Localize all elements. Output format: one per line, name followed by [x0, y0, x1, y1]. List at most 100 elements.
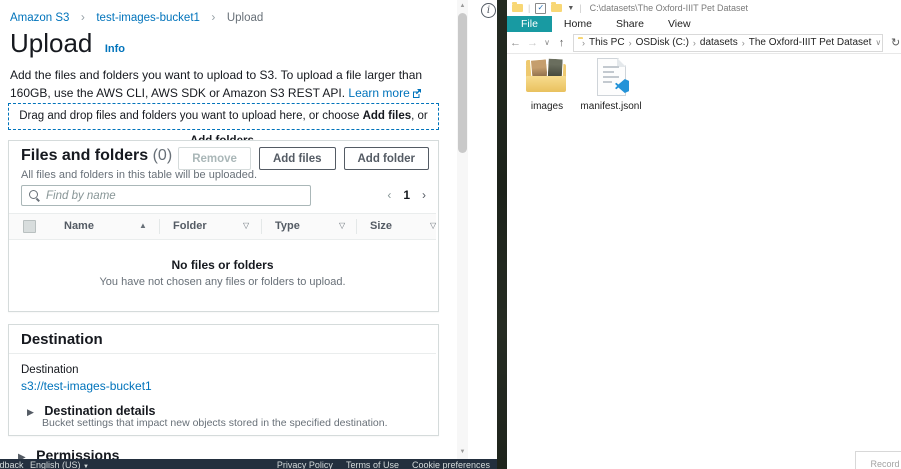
desktop-background-strip [497, 0, 507, 469]
privacy-policy-link[interactable]: Privacy Policy [277, 460, 333, 469]
intro-text: Add the files and folders you want to up… [10, 66, 442, 103]
sort-asc-icon[interactable]: ▲ [139, 221, 147, 230]
column-folder[interactable]: Folder [173, 220, 207, 232]
back-icon[interactable]: ← [507, 37, 524, 49]
address-separator-icon: › [693, 38, 696, 48]
window-title: C:\datasets\The Oxford-IIIT Pet Dataset [590, 3, 748, 13]
address-bar[interactable]: › This PC › OSDisk (C:) › datasets › The… [573, 34, 883, 52]
explorer-app-icon [512, 4, 523, 12]
files-panel: Files and folders (0) All files and fold… [8, 140, 439, 312]
column-type[interactable]: Type [275, 220, 300, 232]
column-divider [159, 219, 160, 234]
images-folder-icon [524, 57, 570, 99]
table-header: Name ▲ Folder ▽ Type ▽ Size ▽ [9, 213, 436, 240]
up-icon[interactable]: ↑ [553, 37, 570, 49]
footer-links: Privacy Policy Terms of Use Cookie prefe… [277, 460, 490, 469]
file-item-images[interactable]: images [515, 57, 579, 112]
address-datasets[interactable]: datasets [700, 37, 738, 48]
scroll-down-icon[interactable]: ▼ [457, 447, 468, 457]
address-dropdown-icon[interactable]: ∨ [875, 38, 881, 47]
info-panel-icon[interactable]: i [481, 3, 496, 18]
navigation-bar: ← → ∨ ↑ › This PC › OSDisk (C:) › datase… [507, 32, 901, 54]
breadcrumb-bucket[interactable]: test-images-bucket1 [96, 12, 200, 24]
refresh-icon[interactable]: ↻ [891, 36, 900, 49]
address-osdisk[interactable]: OSDisk (C:) [636, 37, 689, 48]
explorer-titlebar[interactable]: | ✓ ▼ | C:\datasets\The Oxford-IIIT Pet … [507, 0, 901, 16]
browser-scrollbar[interactable]: ▲ ▼ [457, 0, 468, 459]
aws-s3-upload-page: Amazon S3 › test-images-bucket1 › Upload… [0, 0, 457, 469]
destination-panel: Destination Destination s3://test-images… [8, 324, 439, 436]
breadcrumb-separator-icon: › [81, 10, 85, 24]
corner-popup[interactable]: Record [855, 451, 901, 469]
properties-icon[interactable]: ✓ [535, 3, 546, 14]
files-panel-title: Files and folders (0) [21, 147, 172, 165]
dropzone-add-files: Add files [363, 110, 412, 122]
remove-button[interactable]: Remove [178, 147, 251, 170]
jsonl-file-icon [588, 57, 634, 99]
file-label: images [515, 101, 579, 112]
tab-file[interactable]: File [507, 16, 552, 32]
search-box [21, 185, 321, 206]
breadcrumb: Amazon S3 › test-images-bucket1 › Upload [10, 8, 263, 26]
vscode-logo-icon [615, 79, 629, 93]
column-name[interactable]: Name [64, 220, 94, 232]
files-panel-subtitle: All files and folders in this table will… [21, 169, 257, 181]
empty-state-title: No files or folders [9, 258, 436, 272]
search-input[interactable] [21, 185, 311, 206]
sort-icon[interactable]: ▽ [430, 221, 436, 230]
address-current-folder[interactable]: The Oxford-IIIT Pet Dataset [749, 37, 872, 48]
column-size[interactable]: Size [370, 220, 392, 232]
page-number[interactable]: 1 [403, 188, 410, 202]
page-prev-icon[interactable]: ‹ [387, 188, 391, 202]
page-header: Upload Info [10, 28, 125, 59]
toolbar-divider: | [528, 3, 530, 13]
scroll-up-icon[interactable]: ▲ [457, 1, 468, 11]
address-this-pc[interactable]: This PC [589, 37, 625, 48]
file-explorer-window: | ✓ ▼ | C:\datasets\The Oxford-IIIT Pet … [507, 0, 901, 469]
breadcrumb-amazon-s3[interactable]: Amazon S3 [10, 12, 69, 24]
caret-right-icon: ▶ [27, 407, 34, 417]
pagination: ‹ 1 › [387, 188, 426, 202]
terms-of-use-link[interactable]: Terms of Use [346, 460, 399, 469]
recent-locations-icon[interactable]: ∨ [541, 38, 553, 47]
aws-footer: Feedback English (US) ▼ Privacy Policy T… [0, 459, 497, 469]
info-link[interactable]: Info [105, 43, 125, 55]
file-label: manifest.jsonl [579, 101, 643, 112]
sort-icon[interactable]: ▽ [339, 221, 345, 230]
page-title: Upload [10, 28, 92, 58]
forward-icon[interactable]: → [524, 37, 541, 49]
destination-bucket-link[interactable]: s3://test-images-bucket1 [21, 379, 152, 393]
page-next-icon[interactable]: › [422, 188, 426, 202]
customize-toolbar-icon[interactable]: ▼ [567, 5, 574, 12]
breadcrumb-separator-icon: › [211, 10, 215, 24]
learn-more-link[interactable]: Learn more [348, 86, 409, 100]
tab-view[interactable]: View [656, 16, 703, 32]
destination-label: Destination [21, 364, 79, 376]
search-icon [29, 190, 38, 199]
scrollbar-thumb[interactable] [458, 13, 467, 153]
toolbar-divider: | [579, 3, 581, 13]
select-all-checkbox[interactable] [23, 220, 36, 233]
language-selector[interactable]: English (US) ▼ [30, 460, 89, 469]
files-actions: Remove Add files Add folder [178, 147, 429, 170]
new-folder-icon[interactable] [551, 4, 562, 12]
column-divider [356, 219, 357, 234]
address-separator-icon: › [742, 38, 745, 48]
destination-details-subtitle: Bucket settings that impact new objects … [42, 417, 388, 429]
screenshot-root: Amazon S3 › test-images-bucket1 › Upload… [0, 0, 901, 469]
column-divider [261, 219, 262, 234]
feedback-link[interactable]: Feedback [0, 460, 24, 469]
tab-share[interactable]: Share [604, 16, 656, 32]
external-link-icon [412, 85, 421, 103]
add-files-button[interactable]: Add files [259, 147, 336, 170]
add-folder-button[interactable]: Add folder [344, 147, 430, 170]
drag-drop-zone[interactable]: Drag and drop files and folders you want… [8, 103, 439, 130]
file-item-manifest[interactable]: manifest.jsonl [579, 57, 643, 112]
tab-home[interactable]: Home [552, 16, 604, 32]
address-separator-icon: › [582, 38, 585, 48]
empty-state-text: You have not chosen any files or folders… [9, 276, 436, 288]
destination-header: Destination [9, 325, 436, 354]
sort-icon[interactable]: ▽ [243, 221, 249, 230]
caret-down-icon: ▼ [83, 464, 89, 469]
cookie-preferences-link[interactable]: Cookie preferences [412, 460, 490, 469]
